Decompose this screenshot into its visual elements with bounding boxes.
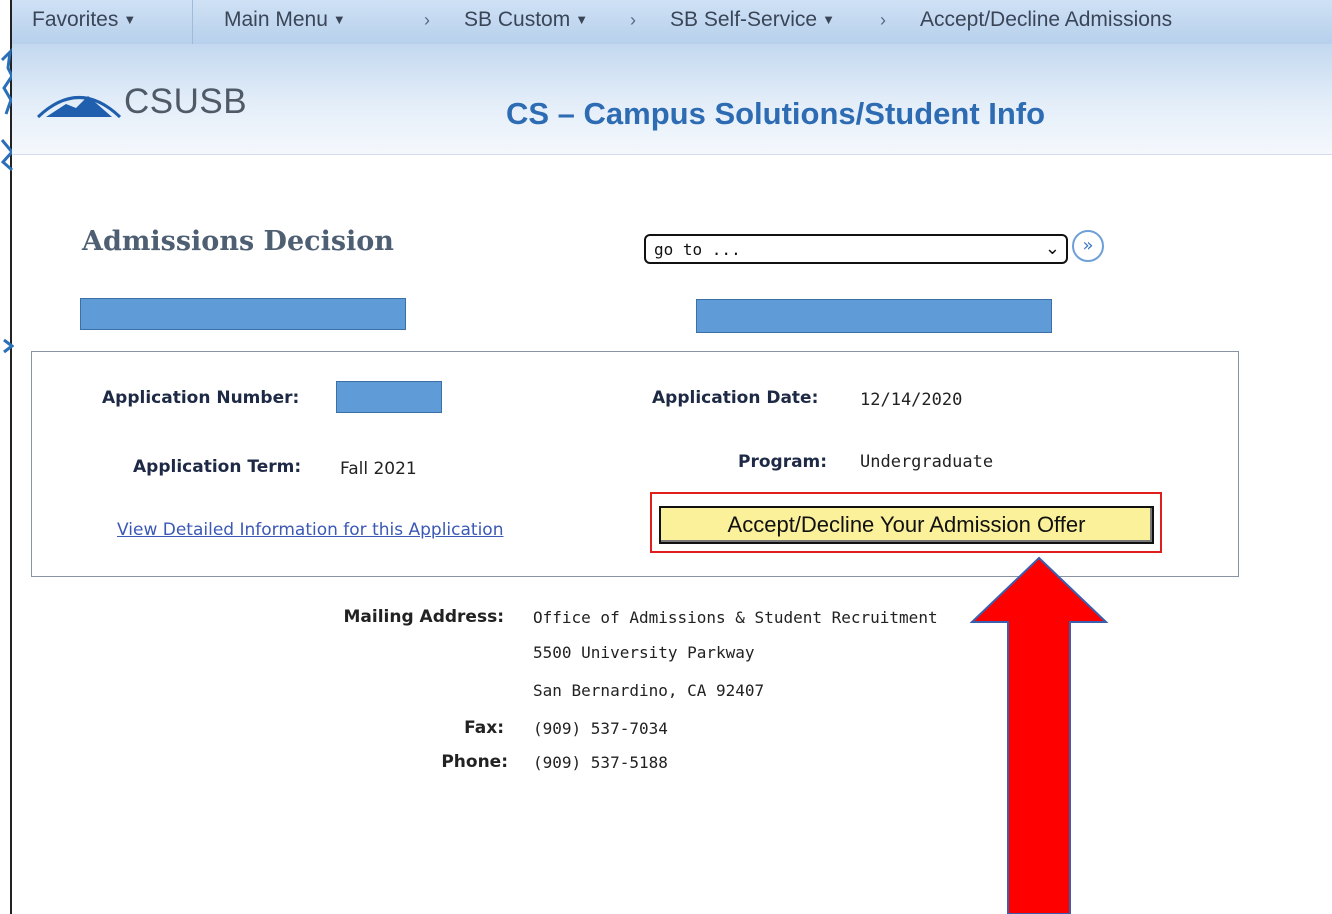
main-menu[interactable]: Main Menu ▼: [224, 8, 346, 32]
mailing-address-line: 5500 University Parkway: [533, 643, 755, 662]
breadcrumb-label: SB Self-Service: [670, 8, 818, 31]
breadcrumb-separator-icon: ›: [880, 10, 886, 30]
phone-label: Phone:: [441, 752, 508, 772]
mailing-address-label: Mailing Address:: [343, 607, 504, 627]
application-number-label: Application Number:: [102, 388, 300, 408]
csusb-logo-icon: [36, 96, 122, 119]
redacted-student-name: [80, 298, 406, 330]
chevron-down-icon: ▼: [822, 12, 835, 27]
goto-submit-button[interactable]: »: [1072, 230, 1104, 262]
top-navigation-bar: Favorites ▼ Main Menu ▼ › SB Custom ▼ › SB …: [12, 0, 1332, 45]
fax-value: (909) 537-7034: [533, 719, 668, 738]
breadcrumb-label: SB Custom: [464, 8, 571, 31]
breadcrumb-sb-custom[interactable]: SB Custom ▼: [464, 8, 588, 32]
program-value: Undergraduate: [860, 452, 994, 472]
application-date-value: 12/14/2020: [860, 390, 963, 410]
goto-dropdown[interactable]: go to ... ⌄: [644, 234, 1068, 264]
chevron-down-icon: ⌄: [1044, 238, 1060, 259]
breadcrumb-separator-icon: ›: [630, 10, 636, 30]
favorites-label: Favorites: [32, 8, 119, 31]
breadcrumb-sb-self-service[interactable]: SB Self-Service ▼: [670, 8, 835, 32]
chevron-down-icon: ▼: [332, 12, 346, 27]
accept-decline-offer-button[interactable]: Accept/Decline Your Admission Offer: [659, 506, 1154, 544]
breadcrumb-accept-decline[interactable]: Accept/Decline Admissions: [920, 8, 1172, 32]
program-label: Program:: [738, 452, 828, 472]
main-menu-label: Main Menu: [224, 8, 328, 31]
mailing-address-line: Office of Admissions & Student Recruitme…: [533, 608, 938, 627]
fax-label: Fax:: [464, 718, 504, 738]
double-chevron-right-icon: »: [1082, 235, 1094, 256]
breadcrumb-separator-icon: ›: [424, 10, 430, 30]
application-term-label: Application Term:: [133, 457, 302, 477]
application-date-label: Application Date:: [652, 388, 819, 408]
favorites-menu[interactable]: Favorites ▼: [32, 8, 136, 32]
goto-selected-value: go to ...: [654, 240, 741, 259]
breadcrumb-label: Accept/Decline Admissions: [920, 8, 1173, 31]
logo-text: CSUSB: [124, 82, 248, 121]
phone-value: (909) 537-5188: [533, 753, 668, 772]
redacted-application-number: [336, 381, 442, 413]
header-title: CS – Campus Solutions/Student Info: [506, 96, 1046, 131]
view-detailed-information-link[interactable]: View Detailed Information for this Appli…: [117, 520, 503, 540]
chevron-down-icon: ▼: [123, 12, 137, 27]
application-term-value: Fall 2021: [340, 459, 417, 479]
nav-divider: [192, 0, 193, 44]
annotation-arrow-icon: [969, 556, 1109, 914]
redacted-student-id: [696, 299, 1052, 333]
chevron-down-icon: ▼: [575, 12, 589, 27]
page-title: Admissions Decision: [82, 226, 394, 257]
mailing-address-line: San Bernardino, CA 92407: [533, 681, 765, 700]
